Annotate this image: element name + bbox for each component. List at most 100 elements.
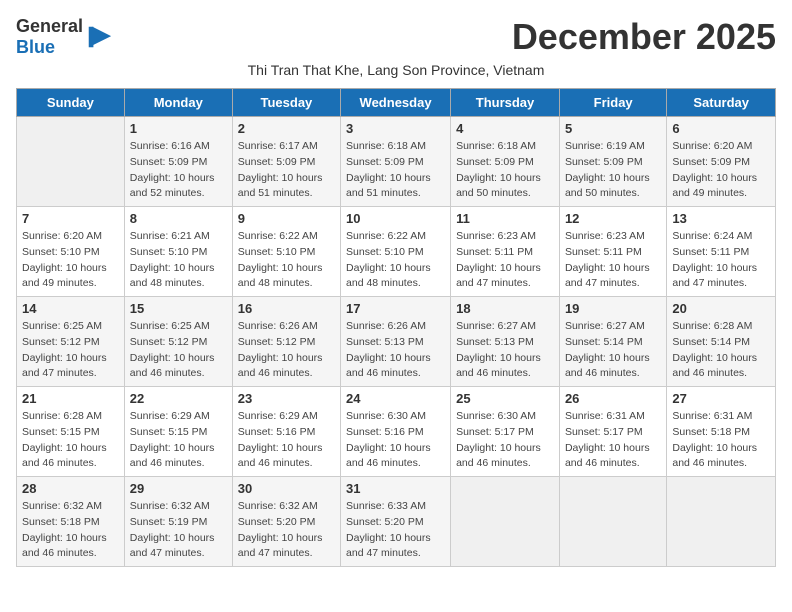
calendar-cell: 12 Sunrise: 6:23 AMSunset: 5:11 PMDayligh… [559, 207, 666, 297]
logo-icon [85, 23, 113, 51]
calendar-cell: 29 Sunrise: 6:32 AMSunset: 5:19 PMDayligh… [124, 477, 232, 567]
day-detail: Sunrise: 6:30 AMSunset: 5:17 PMDaylight:… [456, 409, 554, 472]
logo-text: General Blue [16, 16, 83, 58]
calendar-cell: 14 Sunrise: 6:25 AMSunset: 5:12 PMDayligh… [17, 297, 125, 387]
day-number: 30 [238, 481, 335, 496]
calendar-cell: 24 Sunrise: 6:30 AMSunset: 5:16 PMDayligh… [341, 387, 451, 477]
day-number: 16 [238, 301, 335, 316]
day-number: 28 [22, 481, 119, 496]
day-detail: Sunrise: 6:16 AMSunset: 5:09 PMDaylight:… [130, 139, 227, 202]
day-detail: Sunrise: 6:25 AMSunset: 5:12 PMDaylight:… [22, 319, 119, 382]
calendar-cell: 13 Sunrise: 6:24 AMSunset: 5:11 PMDayligh… [667, 207, 776, 297]
calendar-cell: 11 Sunrise: 6:23 AMSunset: 5:11 PMDayligh… [451, 207, 560, 297]
calendar-cell [451, 477, 560, 567]
calendar-header-row: SundayMondayTuesdayWednesdayThursdayFrid… [17, 89, 776, 117]
day-of-week-header: Friday [559, 89, 666, 117]
day-number: 11 [456, 211, 554, 226]
day-detail: Sunrise: 6:26 AMSunset: 5:13 PMDaylight:… [346, 319, 445, 382]
day-number: 13 [672, 211, 770, 226]
day-number: 6 [672, 121, 770, 136]
day-number: 31 [346, 481, 445, 496]
day-number: 26 [565, 391, 661, 406]
day-number: 1 [130, 121, 227, 136]
calendar-cell: 1 Sunrise: 6:16 AMSunset: 5:09 PMDaylight… [124, 117, 232, 207]
calendar-cell: 15Sunrise: 6:25 AMSunset: 5:12 PMDayligh… [124, 297, 232, 387]
day-detail: Sunrise: 6:28 AMSunset: 5:15 PMDaylight:… [22, 409, 119, 472]
calendar-cell: 7 Sunrise: 6:20 AMSunset: 5:10 PMDaylight… [17, 207, 125, 297]
calendar-cell: 21 Sunrise: 6:28 AMSunset: 5:15 PMDayligh… [17, 387, 125, 477]
day-number: 20 [672, 301, 770, 316]
day-detail: Sunrise: 6:29 AMSunset: 5:15 PMDaylight:… [130, 409, 227, 472]
logo-blue: Blue [16, 37, 55, 57]
calendar-cell [559, 477, 666, 567]
logo-general: General [16, 16, 83, 36]
calendar-cell: 6 Sunrise: 6:20 AMSunset: 5:09 PMDaylight… [667, 117, 776, 207]
calendar-cell [17, 117, 125, 207]
day-of-week-header: Wednesday [341, 89, 451, 117]
day-of-week-header: Sunday [17, 89, 125, 117]
day-detail: Sunrise: 6:19 AMSunset: 5:09 PMDaylight:… [565, 139, 661, 202]
day-number: 5 [565, 121, 661, 136]
calendar-cell: 28 Sunrise: 6:32 AMSunset: 5:18 PMDayligh… [17, 477, 125, 567]
day-number: 10 [346, 211, 445, 226]
day-detail: Sunrise: 6:32 AMSunset: 5:20 PMDaylight:… [238, 499, 335, 562]
day-detail: Sunrise: 6:24 AMSunset: 5:11 PMDaylight:… [672, 229, 770, 292]
calendar-cell: 31 Sunrise: 6:33 AMSunset: 5:20 PMDayligh… [341, 477, 451, 567]
day-detail: Sunrise: 6:30 AMSunset: 5:16 PMDaylight:… [346, 409, 445, 472]
calendar-week-row: 28 Sunrise: 6:32 AMSunset: 5:18 PMDayligh… [17, 477, 776, 567]
day-number: 9 [238, 211, 335, 226]
day-number: 17 [346, 301, 445, 316]
day-detail: Sunrise: 6:23 AMSunset: 5:11 PMDaylight:… [456, 229, 554, 292]
day-number: 14 [22, 301, 119, 316]
calendar-table: SundayMondayTuesdayWednesdayThursdayFrid… [16, 88, 776, 567]
day-of-week-header: Thursday [451, 89, 560, 117]
day-detail: Sunrise: 6:22 AMSunset: 5:10 PMDaylight:… [238, 229, 335, 292]
calendar-cell: 27Sunrise: 6:31 AMSunset: 5:18 PMDayligh… [667, 387, 776, 477]
day-number: 24 [346, 391, 445, 406]
calendar-week-row: 14 Sunrise: 6:25 AMSunset: 5:12 PMDayligh… [17, 297, 776, 387]
calendar-week-row: 7 Sunrise: 6:20 AMSunset: 5:10 PMDaylight… [17, 207, 776, 297]
calendar-cell: 25Sunrise: 6:30 AMSunset: 5:17 PMDayligh… [451, 387, 560, 477]
day-detail: Sunrise: 6:17 AMSunset: 5:09 PMDaylight:… [238, 139, 335, 202]
day-detail: Sunrise: 6:33 AMSunset: 5:20 PMDaylight:… [346, 499, 445, 562]
day-number: 7 [22, 211, 119, 226]
calendar-cell: 23 Sunrise: 6:29 AMSunset: 5:16 PMDayligh… [232, 387, 340, 477]
calendar-cell: 16 Sunrise: 6:26 AMSunset: 5:12 PMDayligh… [232, 297, 340, 387]
day-detail: Sunrise: 6:26 AMSunset: 5:12 PMDaylight:… [238, 319, 335, 382]
day-detail: Sunrise: 6:23 AMSunset: 5:11 PMDaylight:… [565, 229, 661, 292]
subtitle: Thi Tran That Khe, Lang Son Province, Vi… [16, 62, 776, 78]
day-detail: Sunrise: 6:18 AMSunset: 5:09 PMDaylight:… [346, 139, 445, 202]
day-of-week-header: Saturday [667, 89, 776, 117]
calendar-cell [667, 477, 776, 567]
calendar-cell: 26Sunrise: 6:31 AMSunset: 5:17 PMDayligh… [559, 387, 666, 477]
calendar-cell: 10Sunrise: 6:22 AMSunset: 5:10 PMDayligh… [341, 207, 451, 297]
day-number: 12 [565, 211, 661, 226]
day-detail: Sunrise: 6:27 AMSunset: 5:13 PMDaylight:… [456, 319, 554, 382]
day-number: 21 [22, 391, 119, 406]
calendar-cell: 18 Sunrise: 6:27 AMSunset: 5:13 PMDayligh… [451, 297, 560, 387]
day-number: 18 [456, 301, 554, 316]
calendar-cell: 17 Sunrise: 6:26 AMSunset: 5:13 PMDayligh… [341, 297, 451, 387]
calendar-cell: 9 Sunrise: 6:22 AMSunset: 5:10 PMDaylight… [232, 207, 340, 297]
day-detail: Sunrise: 6:18 AMSunset: 5:09 PMDaylight:… [456, 139, 554, 202]
calendar-week-row: 21 Sunrise: 6:28 AMSunset: 5:15 PMDayligh… [17, 387, 776, 477]
day-detail: Sunrise: 6:20 AMSunset: 5:10 PMDaylight:… [22, 229, 119, 292]
day-detail: Sunrise: 6:25 AMSunset: 5:12 PMDaylight:… [130, 319, 227, 382]
calendar-cell: 5 Sunrise: 6:19 AMSunset: 5:09 PMDaylight… [559, 117, 666, 207]
day-detail: Sunrise: 6:27 AMSunset: 5:14 PMDaylight:… [565, 319, 661, 382]
calendar-cell: 3Sunrise: 6:18 AMSunset: 5:09 PMDaylight… [341, 117, 451, 207]
day-detail: Sunrise: 6:20 AMSunset: 5:09 PMDaylight:… [672, 139, 770, 202]
day-number: 29 [130, 481, 227, 496]
day-number: 4 [456, 121, 554, 136]
day-of-week-header: Monday [124, 89, 232, 117]
day-detail: Sunrise: 6:32 AMSunset: 5:19 PMDaylight:… [130, 499, 227, 562]
day-number: 27 [672, 391, 770, 406]
calendar-cell: 19 Sunrise: 6:27 AMSunset: 5:14 PMDayligh… [559, 297, 666, 387]
day-number: 23 [238, 391, 335, 406]
day-number: 19 [565, 301, 661, 316]
day-number: 8 [130, 211, 227, 226]
day-detail: Sunrise: 6:32 AMSunset: 5:18 PMDaylight:… [22, 499, 119, 562]
day-number: 2 [238, 121, 335, 136]
day-detail: Sunrise: 6:21 AMSunset: 5:10 PMDaylight:… [130, 229, 227, 292]
day-detail: Sunrise: 6:29 AMSunset: 5:16 PMDaylight:… [238, 409, 335, 472]
